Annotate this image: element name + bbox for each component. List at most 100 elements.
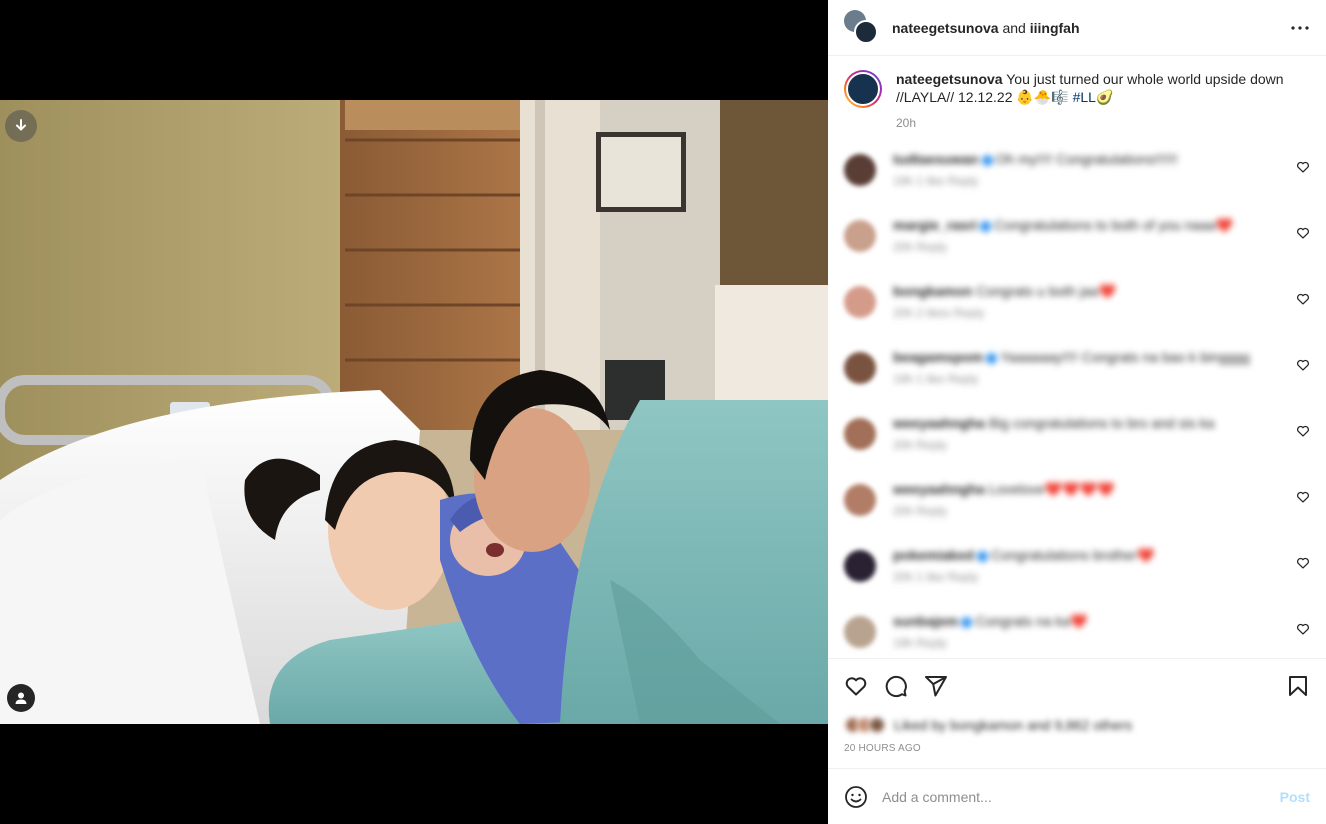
- post-comment-button[interactable]: Post: [1280, 789, 1310, 805]
- comment-list: tudtaesuwan Oh my!!!! Congratulations!!!!…: [844, 150, 1310, 657]
- avatar[interactable]: [844, 220, 876, 252]
- author-joiner: and: [1002, 19, 1026, 36]
- verified-badge-icon: [980, 220, 992, 232]
- comment-username[interactable]: tudtaesuwan: [893, 151, 979, 167]
- share-icon[interactable]: [924, 674, 948, 698]
- comment-meta[interactable]: 20h 1 like Reply: [893, 570, 1296, 584]
- post-time-ago[interactable]: 20 HOURS AGO: [844, 743, 1310, 754]
- comment-input[interactable]: [882, 788, 1280, 805]
- comment-line: sunbajem Congrats na ka❤️: [893, 612, 1296, 630]
- comment-line: tudtaesuwan Oh my!!!! Congratulations!!!!…: [893, 150, 1296, 168]
- bookmark-icon[interactable]: [1286, 674, 1310, 698]
- caption-emojis: 👶🐣🎼: [1016, 89, 1069, 105]
- comment-line: bongkamon Congrats u both jaa❤️: [893, 282, 1296, 300]
- heart-icon[interactable]: [1296, 490, 1310, 504]
- heart-icon[interactable]: [1296, 556, 1310, 570]
- add-comment-bar: Post: [828, 768, 1326, 824]
- user-tag-icon: [15, 692, 27, 704]
- comment-meta[interactable]: 20h 2 likes Reply: [893, 306, 1296, 320]
- verified-badge-icon: [976, 550, 988, 562]
- heart-icon[interactable]: [1296, 424, 1310, 438]
- comment-hearts: ❤️❤️❤️❤️: [1044, 481, 1115, 497]
- caption-emoji-end: 🥑: [1095, 89, 1114, 105]
- collab-avatars[interactable]: [844, 9, 880, 46]
- avatar[interactable]: [844, 484, 876, 516]
- comment-body: beagamspom Yaaaaaay!!!! Congrats na bao k…: [893, 348, 1296, 386]
- verified-badge-icon: [986, 352, 998, 364]
- comment-text: Congratulations to both of you naaa: [994, 217, 1216, 233]
- comment-hearts: ❤️: [1070, 613, 1088, 629]
- comment-username[interactable]: pokemiaked: [893, 547, 974, 563]
- comment-meta[interactable]: 20h Reply: [893, 504, 1296, 518]
- likes-summary[interactable]: Liked by bongkamon and 9,862 others: [844, 713, 1310, 737]
- comment-text: Big congratulations to bro and sis ka: [988, 415, 1215, 431]
- avatar[interactable]: [844, 418, 876, 450]
- comment-row: tudtaesuwan Oh my!!!! Congratulations!!!!…: [844, 150, 1310, 196]
- author-link[interactable]: iiingfah: [1030, 20, 1080, 36]
- comment-username[interactable]: margie_rasri: [893, 217, 977, 233]
- comment-username[interactable]: weeyaahngha: [893, 415, 985, 431]
- comment-body: sunbajem Congrats na ka❤️ 19h Reply: [893, 612, 1296, 650]
- more-horizontal-icon: [1291, 25, 1309, 30]
- author-link[interactable]: nateegetsunova: [892, 20, 999, 36]
- comment-text: Congratulations brother: [990, 547, 1138, 563]
- likes-text: Liked by bongkamon and 9,862 others: [894, 717, 1133, 733]
- comment-body: bongkamon Congrats u both jaa❤️ 20h 2 lik…: [893, 282, 1296, 320]
- comment-body: margie_rasri Congratulations to both of y…: [893, 216, 1296, 254]
- post-header: nateegetsunova and iiingfah: [828, 0, 1326, 56]
- comment-body: weeyaahngha Big congratulations to bro a…: [893, 414, 1296, 452]
- avatar[interactable]: [844, 352, 876, 384]
- comment-text: Oh my!!!! Congratulations!!!!!!: [995, 151, 1178, 167]
- download-button[interactable]: [5, 110, 37, 142]
- comment-line: margie_rasri Congratulations to both of y…: [893, 216, 1296, 234]
- comment-row: weeyaahngha Lovelove❤️❤️❤️❤️ 20h Reply: [844, 480, 1310, 526]
- heart-icon[interactable]: [1296, 160, 1310, 174]
- comment-hearts: ❤️: [1215, 217, 1234, 233]
- comment-row: sunbajem Congrats na ka❤️ 19h Reply: [844, 612, 1310, 657]
- comment-hearts: ❤️: [1098, 283, 1116, 299]
- comment-line: weeyaahngha Lovelove❤️❤️❤️❤️: [893, 480, 1296, 498]
- comment-username[interactable]: sunbajem: [893, 613, 958, 629]
- comment-meta[interactable]: 20h Reply: [893, 240, 1296, 254]
- comment-meta[interactable]: 19h 1 like Reply: [893, 174, 1296, 188]
- more-options-button[interactable]: [1288, 16, 1312, 40]
- user-tag-button[interactable]: [7, 684, 35, 712]
- comment-body: tudtaesuwan Oh my!!!! Congratulations!!!!…: [893, 150, 1296, 188]
- avatar[interactable]: [844, 286, 876, 318]
- heart-icon[interactable]: [1296, 358, 1310, 372]
- comment-meta[interactable]: 20h Reply: [893, 438, 1296, 452]
- heart-icon[interactable]: [1296, 622, 1310, 636]
- post-authors: nateegetsunova and iiingfah: [892, 20, 1288, 36]
- comment-username[interactable]: beagamspom: [893, 349, 983, 365]
- comment-row: pokemiaked Congratulations brother❤️ 20h 1…: [844, 546, 1310, 592]
- avatar[interactable]: [844, 616, 876, 648]
- comment-meta[interactable]: 19h Reply: [893, 636, 1296, 650]
- download-icon: [16, 119, 26, 131]
- post-details-panel: nateegetsunova and iiingfah nateegetsuno…: [828, 0, 1326, 824]
- avatar: [854, 19, 878, 44]
- hashtag-link[interactable]: #LL: [1073, 89, 1096, 105]
- comment-row: beagamspom Yaaaaaay!!!! Congrats na bao k…: [844, 348, 1310, 394]
- heart-icon[interactable]: [1296, 292, 1310, 306]
- post-caption: nateegetsunova You just turned our whole…: [844, 57, 1310, 130]
- comment-row: margie_rasri Congratulations to both of y…: [844, 216, 1310, 262]
- comment-username[interactable]: weeyaahngha: [893, 481, 985, 497]
- avatar[interactable]: [844, 154, 876, 186]
- comment-body: pokemiaked Congratulations brother❤️ 20h 1…: [893, 546, 1296, 584]
- comment-icon[interactable]: [884, 674, 908, 698]
- heart-icon[interactable]: [844, 674, 868, 698]
- avatar[interactable]: [844, 550, 876, 582]
- comment-text: Congrats na ka: [975, 613, 1071, 629]
- heart-icon[interactable]: [1296, 226, 1310, 240]
- comments-scroll-area[interactable]: nateegetsunova You just turned our whole…: [828, 57, 1326, 657]
- post-photo[interactable]: [0, 100, 828, 724]
- comment-username[interactable]: bongkamon: [893, 283, 972, 299]
- comment-line: beagamspom Yaaaaaay!!!! Congrats na bao k…: [893, 348, 1296, 366]
- comment-meta[interactable]: 19h 1 like Reply: [893, 372, 1296, 386]
- caption-username[interactable]: nateegetsunova: [896, 71, 1003, 87]
- caption-timestamp[interactable]: 20h: [896, 116, 1296, 130]
- emoji-icon[interactable]: [844, 785, 868, 809]
- comment-text: Yaaaaaay!!!! Congrats na bao k bingggg: [1000, 349, 1250, 365]
- comment-text: Lovelove: [988, 481, 1045, 497]
- avatar[interactable]: [844, 70, 882, 108]
